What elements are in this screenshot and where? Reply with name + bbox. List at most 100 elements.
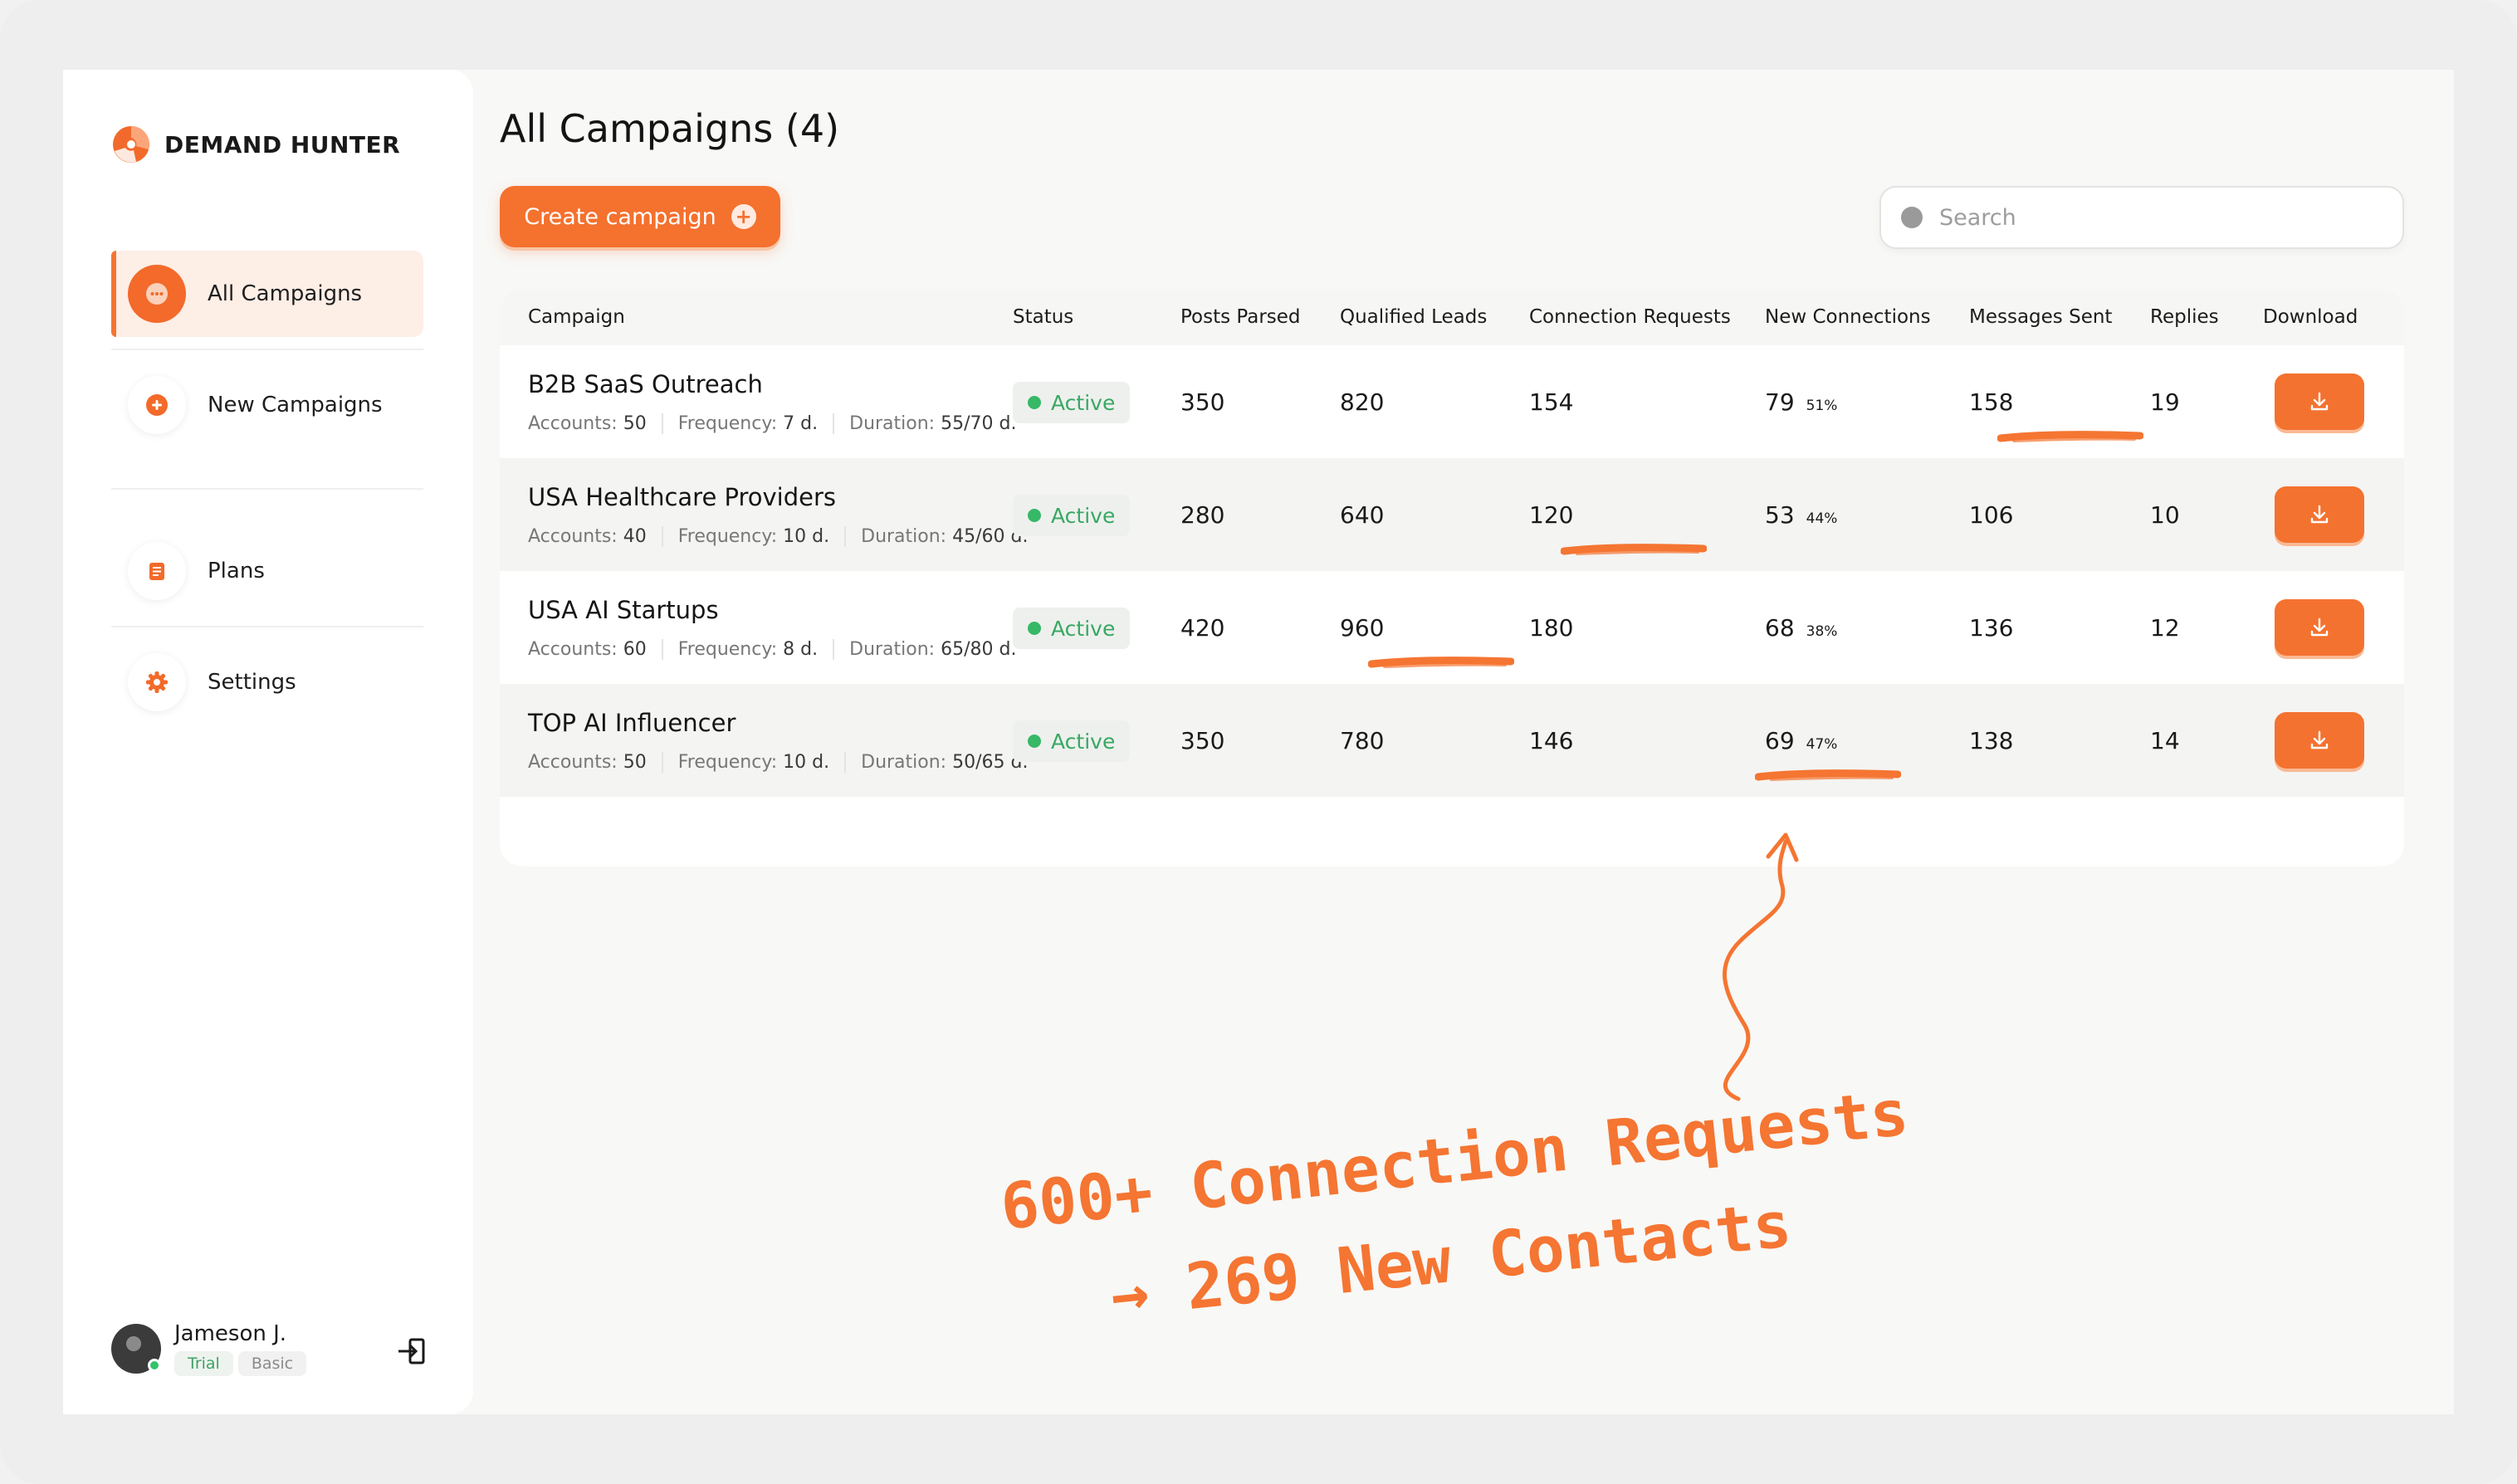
new-connections-percent: 38% [1806,623,1838,640]
download-icon [2310,618,2329,637]
replies-value: 12 [2150,614,2180,642]
accounts-value: 50 [623,413,647,434]
connection-requests-value: 180 [1529,614,1574,642]
column-header-messages-sent[interactable]: Messages Sent [1969,289,2112,345]
sidebar-item-plans[interactable]: Plans [111,528,423,614]
column-header-posts-parsed[interactable]: Posts Parsed [1180,289,1301,345]
new-connections-percent: 44% [1806,510,1838,527]
sidebar-item-settings[interactable]: Settings [111,639,423,725]
qualified-leads-value: 780 [1340,727,1385,754]
user-name: Jameson J. [174,1321,287,1346]
annotation-arrow [1723,832,1799,1101]
status-badge: Active [1013,495,1131,536]
frequency-value: 10 d. [783,526,830,547]
accounts-value: 40 [623,526,647,547]
brand-name: DEMAND HUNTER [164,130,401,159]
accounts-value: 50 [623,752,647,773]
replies-value: 14 [2150,727,2180,754]
meta-label-duration: Duration: [861,752,947,773]
sidebar-item-all-campaigns[interactable]: All Campaigns [111,251,423,337]
connection-requests-value: 146 [1529,727,1574,754]
status-dot [1028,396,1041,409]
download-button[interactable] [2275,712,2364,769]
plan-badge-trial: Trial [174,1351,233,1376]
new-connections-cell: 68 38% [1765,614,1837,642]
posts-parsed-value: 280 [1180,501,1225,529]
app-window: DEMAND HUNTER All Campaigns New Campaign… [63,70,2454,1414]
meta-label-frequency: Frequency: [677,752,778,773]
highlight-underline [1368,657,1514,668]
download-button[interactable] [2275,599,2364,656]
messages-sent-value: 106 [1969,501,2014,529]
messages-sent-value: 138 [1969,727,2014,754]
campaign-name[interactable]: USA Healthcare Providers [528,483,836,511]
meta-label-frequency: Frequency: [677,413,778,434]
create-campaign-button[interactable]: Create campaign + [500,186,780,247]
sidebar-item-label: Plans [208,559,265,583]
campaign-name[interactable]: TOP AI Influencer [528,709,736,737]
messages-sent-value: 158 [1969,388,2014,416]
gear-icon [128,653,186,711]
page-title: All Campaigns (4) [500,106,840,151]
new-connections-percent: 51% [1806,398,1838,414]
sidebar-item-label: All Campaigns [208,281,363,306]
status-label: Active [1051,390,1116,415]
table-row[interactable]: TOP AI Influencer Accounts: 50 Frequency… [500,684,2404,797]
online-status-dot [148,1359,161,1372]
qualified-leads-value: 640 [1340,501,1385,529]
status-label: Active [1051,503,1116,528]
duration-value: 55/70 d. [941,413,1017,434]
status-label: Active [1051,616,1116,641]
campaign-name[interactable]: USA AI Startups [528,596,719,624]
user-profile[interactable]: Jameson J. Trial Basic [111,1321,307,1376]
status-label: Active [1051,729,1116,754]
status-badge: Active [1013,382,1131,423]
frequency-value: 8 d. [783,639,819,660]
column-header-replies[interactable]: Replies [2150,289,2219,345]
meta-label-duration: Duration: [849,639,936,660]
column-header-connection-requests[interactable]: Connection Requests [1529,289,1731,345]
demand-hunter-logo-icon [113,126,149,163]
brand-logo[interactable]: DEMAND HUNTER [111,124,400,164]
plus-circle-icon [128,376,186,434]
status-badge: Active [1013,608,1131,649]
screenshot-frame: DEMAND HUNTER All Campaigns New Campaign… [0,0,2517,1484]
sidebar-divider [111,626,423,627]
meta-label-frequency: Frequency: [677,639,778,660]
column-header-qualified-leads[interactable]: Qualified Leads [1340,289,1487,345]
new-connections-value: 53 [1765,501,1795,529]
download-icon [2310,730,2329,749]
connection-requests-value: 120 [1529,501,1574,529]
accounts-value: 60 [623,639,647,660]
search-input[interactable] [1939,204,2371,231]
replies-value: 10 [2150,501,2180,529]
column-header-new-connections[interactable]: New Connections [1765,289,1931,345]
meta-label-accounts: Accounts: [528,752,618,773]
sidebar-item-new-campaigns[interactable]: New Campaigns [111,362,423,448]
download-icon [2310,392,2329,411]
meta-label-accounts: Accounts: [528,639,618,660]
meta-label-accounts: Accounts: [528,526,618,547]
highlight-underline [1997,431,2143,442]
download-button[interactable] [2275,486,2364,543]
column-header-status[interactable]: Status [1013,289,1073,345]
campaign-name[interactable]: B2B SaaS Outreach [528,370,763,398]
highlight-underline [1755,769,1901,781]
status-badge: Active [1013,720,1131,762]
status-dot [1028,735,1041,748]
new-connections-cell: 53 44% [1765,501,1837,529]
download-button[interactable] [2275,373,2364,430]
meta-label-duration: Duration: [861,526,947,547]
column-header-campaign[interactable]: Campaign [528,289,625,345]
clipboard-icon [128,542,186,600]
sidebar-divider [111,349,423,350]
table-row[interactable]: B2B SaaS Outreach Accounts: 50 Frequency… [500,345,2404,458]
posts-parsed-value: 350 [1180,727,1225,754]
table-row[interactable]: USA AI Startups Accounts: 60 Frequency: … [500,571,2404,684]
sidebar: DEMAND HUNTER All Campaigns New Campaign… [63,70,473,1414]
logout-icon[interactable] [395,1335,428,1368]
dots-circle-icon [128,265,186,323]
table-row[interactable]: USA Healthcare Providers Accounts: 40 Fr… [500,458,2404,571]
plus-icon: + [731,204,756,229]
search-box[interactable] [1879,186,2404,249]
